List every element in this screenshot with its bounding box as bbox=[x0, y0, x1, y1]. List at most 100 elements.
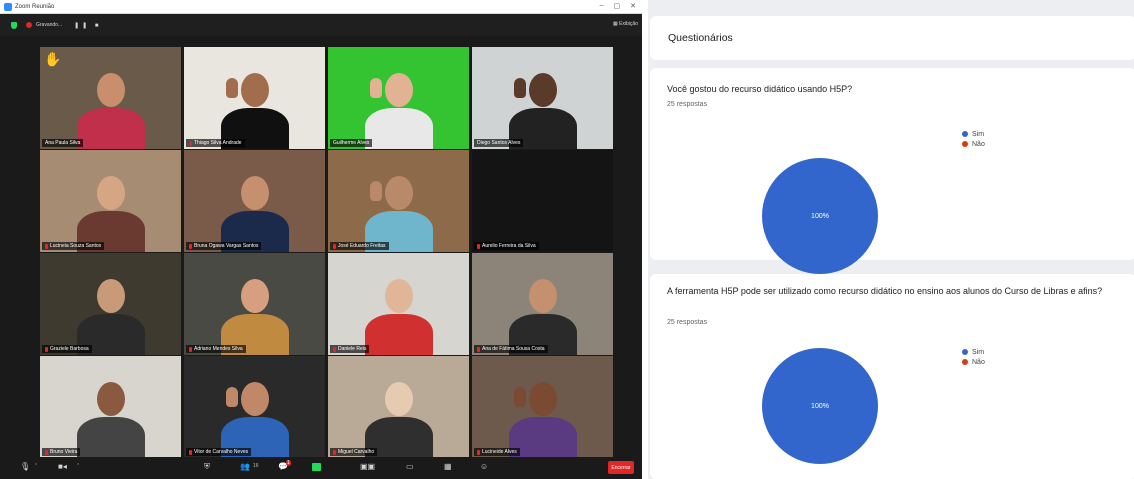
participant-video-tile[interactable]: José Eduardo Freitas bbox=[328, 150, 469, 252]
participant-video-tile[interactable]: Ana de Fátima Sousa Costa bbox=[472, 253, 613, 355]
participant-name-label: Ana de Fátima Sousa Costa bbox=[474, 345, 548, 353]
participant-face bbox=[384, 381, 413, 416]
zoom-app-icon bbox=[4, 2, 12, 11]
participant-name: Bruno Vieira bbox=[50, 449, 78, 455]
audio-options-chevron-icon[interactable]: ⌃ bbox=[34, 463, 38, 469]
participant-name: Lucineia Souza Santos bbox=[50, 243, 102, 249]
participant-name-label: Lucineide Alves bbox=[474, 448, 520, 456]
window-controls: – ▢ ✕ bbox=[600, 2, 636, 10]
participant-video-tile[interactable]: Lucineide Alves bbox=[472, 356, 613, 458]
participant-face bbox=[240, 175, 269, 210]
participant-video-tile[interactable]: Bruno Vieira bbox=[40, 356, 181, 458]
participant-video-tile[interactable]: Guilherme Alves bbox=[328, 47, 469, 149]
chart-legend: Sim Não bbox=[962, 347, 985, 367]
muted-mic-icon bbox=[189, 140, 192, 146]
sign-language-hand bbox=[226, 386, 239, 407]
participant-name-label: Aurelio Ferreira da Silva bbox=[474, 242, 539, 250]
sign-language-hand bbox=[370, 77, 383, 98]
participant-name-label: Diego Santos Alves bbox=[474, 139, 524, 147]
chat-badge: 1 bbox=[286, 460, 291, 466]
close-button[interactable]: ✕ bbox=[630, 2, 636, 10]
participant-video-tile[interactable]: Adriano Mendes Silva bbox=[184, 253, 325, 355]
participant-name: Guilherme Alves bbox=[333, 140, 370, 146]
microphone-icon[interactable]: 🎙 bbox=[20, 462, 30, 472]
participant-name: José Eduardo Freitas bbox=[338, 243, 386, 249]
end-meeting-button[interactable]: Encerrar bbox=[608, 461, 634, 474]
participant-name: Diego Santos Alves bbox=[477, 140, 521, 146]
zoom-window-title: Zoom Reunião bbox=[15, 3, 55, 10]
chart-legend: Sim Não bbox=[962, 129, 985, 149]
participant-name-label: Bruna Ogawa Vargas Santos bbox=[186, 242, 262, 250]
legend-label: Sim bbox=[972, 130, 985, 138]
recording-dot-icon bbox=[26, 22, 32, 28]
recording-controls[interactable]: ❚❚ ■ bbox=[74, 22, 101, 29]
question-title: A ferramenta H5P pode ser utilizado como… bbox=[667, 286, 1103, 296]
pie-data-label: 100% bbox=[811, 213, 829, 220]
legend-item-nao: Não bbox=[962, 139, 985, 149]
participant-name-label: Miguel Carvalho bbox=[330, 448, 378, 456]
participant-video-tile[interactable]: ✋ Ana Paula Silva bbox=[40, 47, 181, 149]
participant-name: Daniele Reis bbox=[338, 346, 367, 352]
reactions-icon[interactable]: ☺ bbox=[480, 462, 488, 472]
participant-video-tile[interactable]: Daniele Reis bbox=[328, 253, 469, 355]
participant-name: Vitor de Carvalho Neves bbox=[194, 449, 249, 455]
participant-name: Graziele Barbosa bbox=[50, 346, 89, 352]
record-icon[interactable]: ▣▣ bbox=[360, 462, 375, 472]
question-card-2: A ferramenta H5P pode ser utilizado como… bbox=[650, 274, 1134, 479]
breakout-rooms-icon[interactable]: ▦ bbox=[444, 462, 452, 472]
sign-language-hand bbox=[514, 77, 527, 98]
muted-mic-icon bbox=[45, 346, 48, 352]
participant-video-tile[interactable]: Vitor de Carvalho Neves bbox=[184, 356, 325, 458]
participants-icon[interactable]: 👥 bbox=[240, 462, 250, 472]
minimize-button[interactable]: – bbox=[600, 2, 604, 10]
participant-face bbox=[96, 381, 125, 416]
participant-video-tile[interactable]: Miguel Carvalho bbox=[328, 356, 469, 458]
share-screen-icon[interactable] bbox=[312, 463, 321, 471]
muted-mic-icon bbox=[477, 346, 480, 352]
forms-header-card: Questionários bbox=[650, 16, 1134, 60]
response-count: 25 respostas bbox=[667, 319, 708, 326]
camera-icon[interactable]: ■◂ bbox=[58, 462, 67, 472]
legend-label: Não bbox=[972, 140, 985, 148]
sign-language-hand bbox=[370, 180, 383, 201]
screen: Zoom Reunião – ▢ ✕ Gravando... ❚❚ ■ ▦ Ex… bbox=[0, 0, 1134, 479]
participant-video-tile[interactable]: Diego Santos Alves bbox=[472, 47, 613, 149]
security-shield-icon[interactable] bbox=[11, 21, 17, 29]
participant-video-tile[interactable]: Graziele Barbosa bbox=[40, 253, 181, 355]
participant-name: Miguel Carvalho bbox=[338, 449, 375, 455]
participant-video-tile[interactable]: Lucineia Souza Santos bbox=[40, 150, 181, 252]
participant-name-label: José Eduardo Freitas bbox=[330, 242, 389, 250]
captions-icon[interactable]: ▭ bbox=[406, 462, 414, 472]
muted-mic-icon bbox=[333, 346, 336, 352]
response-count: 25 respostas bbox=[667, 101, 708, 108]
participant-name: Bruna Ogawa Vargas Santos bbox=[194, 243, 259, 249]
participant-video-tile[interactable]: Aurelio Ferreira da Silva bbox=[472, 150, 613, 252]
video-options-chevron-icon[interactable]: ⌃ bbox=[76, 463, 80, 469]
participant-video-tile[interactable]: Thiago Silva Andrade bbox=[184, 47, 325, 149]
pie-data-label: 100% bbox=[811, 403, 829, 410]
muted-mic-icon bbox=[45, 449, 48, 455]
participant-name: Adriano Mendes Silva bbox=[194, 346, 243, 352]
zoom-meeting-toolbar: 🎙 ⌃ ■◂ ⌃ ⛨ 👥 16 💬 1 ▣▣ ▭ ▦ ☺ Encerrar bbox=[0, 457, 642, 479]
participant-name-label: Daniele Reis bbox=[330, 345, 370, 353]
participant-name: Thiago Silva Andrade bbox=[194, 140, 242, 146]
participant-name-label: Ana Paula Silva bbox=[42, 139, 84, 147]
legend-item-nao: Não bbox=[962, 357, 985, 367]
participant-face bbox=[240, 381, 269, 416]
participant-body bbox=[76, 108, 145, 149]
legend-dot bbox=[962, 349, 968, 355]
participant-name-label: Thiago Silva Andrade bbox=[186, 139, 245, 147]
muted-mic-icon bbox=[189, 346, 192, 352]
legend-label: Sim bbox=[972, 348, 985, 356]
video-background bbox=[472, 150, 613, 252]
shield-icon[interactable]: ⛨ bbox=[204, 462, 210, 472]
muted-mic-icon bbox=[333, 449, 336, 455]
maximize-button[interactable]: ▢ bbox=[614, 2, 621, 10]
zoom-window: Zoom Reunião – ▢ ✕ Gravando... ❚❚ ■ ▦ Ex… bbox=[0, 0, 642, 479]
view-toggle-button[interactable]: ▦ Exibição bbox=[613, 21, 638, 27]
participant-face bbox=[528, 72, 557, 107]
question-title: Você gostou do recurso didático usando H… bbox=[667, 84, 853, 94]
participant-video-tile[interactable]: Bruna Ogawa Vargas Santos bbox=[184, 150, 325, 252]
legend-item-sim: Sim bbox=[962, 347, 985, 357]
participant-face bbox=[384, 175, 413, 210]
